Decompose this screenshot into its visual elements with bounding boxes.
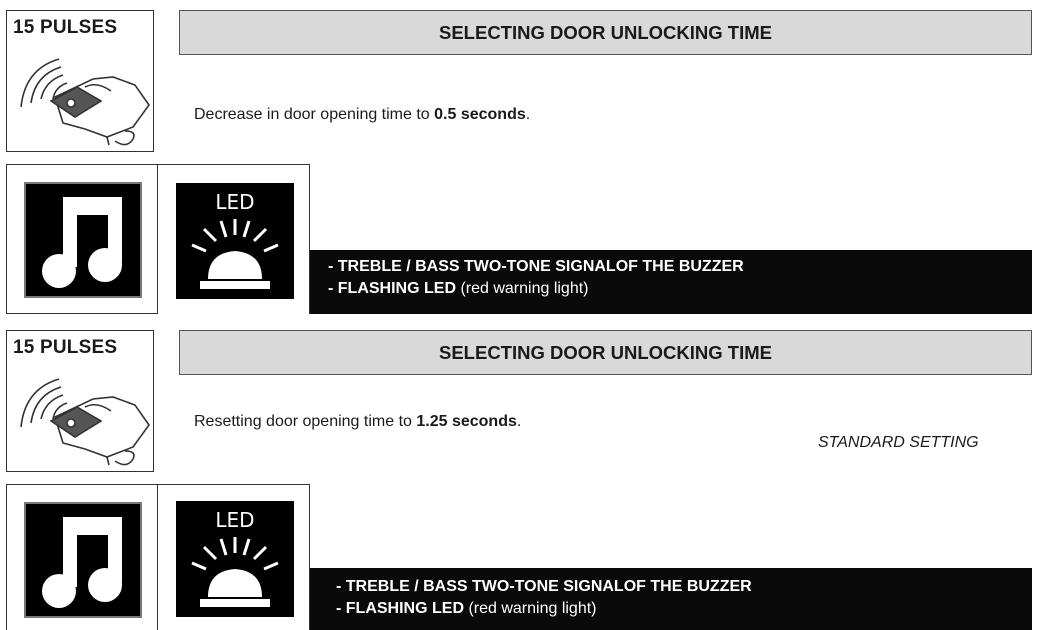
description-text: Resetting door opening time to — [194, 413, 417, 430]
signal-bar-1: - TREBLE / BASS TWO-TONE SIGNALOF THE BU… — [310, 250, 1032, 314]
led-warning-light-icon: LED — [176, 501, 294, 617]
pulses-box-1: 15 PULSES — [6, 10, 154, 152]
signal-led-text: - FLASHING LED — [328, 280, 456, 297]
signal-line-2: - FLASHING LED (red warning light) — [328, 278, 1032, 300]
description-2: Resetting door opening time to 1.25 seco… — [194, 413, 521, 431]
music-note-icon — [24, 502, 142, 618]
led-icon-label: LED — [215, 190, 254, 214]
description-value: 0.5 seconds — [434, 106, 526, 123]
remote-control-hand-icon — [20, 58, 150, 146]
section-header-1: SELECTING DOOR UNLOCKING TIME — [179, 10, 1032, 55]
signal-line-1: - TREBLE / BASS TWO-TONE SIGNALOF THE BU… — [336, 576, 1032, 598]
music-note-icon — [24, 182, 142, 298]
signal-line-2: - FLASHING LED (red warning light) — [336, 598, 1032, 620]
section-header-text: SELECTING DOOR UNLOCKING TIME — [439, 341, 772, 363]
pulses-label: 15 PULSES — [13, 337, 118, 358]
led-warning-light-icon: LED — [176, 183, 294, 299]
description-end: . — [525, 106, 531, 123]
signal-led-note: (red warning light) — [464, 600, 597, 617]
standard-setting-label: STANDARD SETTING — [818, 434, 979, 451]
description-text: Decrease in door opening time to — [194, 106, 435, 123]
note-icon-cell-2 — [6, 484, 158, 630]
remote-control-hand-icon — [20, 378, 150, 466]
pulses-label: 15 PULSES — [13, 17, 118, 38]
led-icon-label: LED — [215, 508, 254, 532]
signal-led-note: (red warning light) — [456, 280, 589, 297]
note-icon-cell-1 — [6, 164, 158, 314]
description-end: . — [516, 413, 522, 430]
signal-buzzer-text: - TREBLE / BASS TWO-TONE SIGNALOF THE BU… — [328, 258, 744, 275]
signal-led-text: - FLASHING LED — [336, 600, 464, 617]
description-value: 1.25 seconds — [416, 413, 517, 430]
pulses-box-2: 15 PULSES — [6, 330, 154, 472]
section-header-text: SELECTING DOOR UNLOCKING TIME — [439, 21, 772, 43]
description-1: Decrease in door opening time to 0.5 sec… — [194, 106, 530, 124]
signal-bar-2: - TREBLE / BASS TWO-TONE SIGNALOF THE BU… — [310, 568, 1032, 630]
led-icon-cell-1: LED — [158, 164, 310, 314]
signal-buzzer-text: - TREBLE / BASS TWO-TONE SIGNALOF THE BU… — [336, 578, 752, 595]
signal-line-1: - TREBLE / BASS TWO-TONE SIGNALOF THE BU… — [328, 256, 1032, 278]
section-header-2: SELECTING DOOR UNLOCKING TIME — [179, 330, 1032, 375]
led-icon-cell-2: LED — [158, 484, 310, 630]
